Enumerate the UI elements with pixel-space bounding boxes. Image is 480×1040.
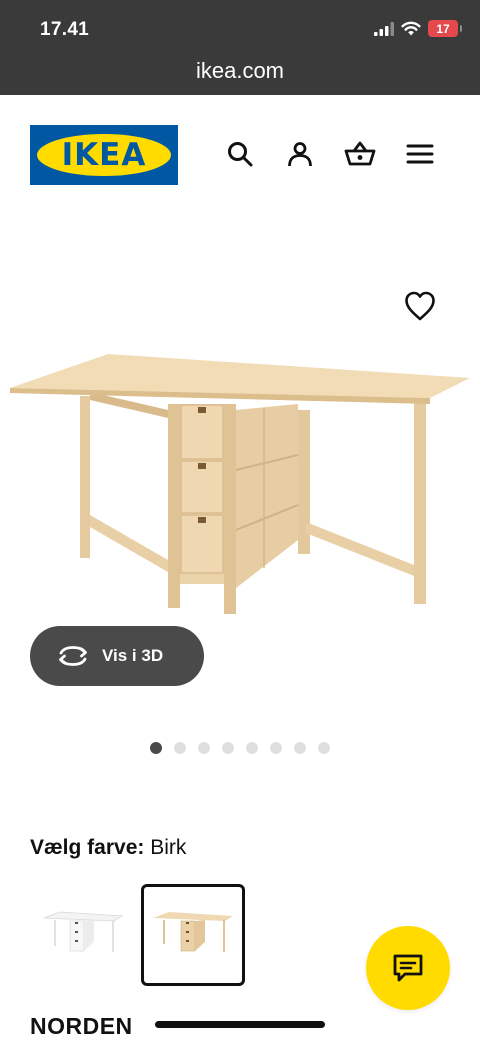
cabinet-side [236, 404, 298, 588]
url-text: ikea.com [195, 58, 285, 83]
basket-icon [344, 141, 376, 166]
drawer [180, 404, 224, 460]
white-table-thumbnail [43, 911, 124, 952]
battery-level: 17 [436, 21, 450, 36]
site-header: IKEA [0, 95, 480, 215]
color-option-white[interactable] [38, 884, 142, 986]
battery-icon: 17 [428, 20, 462, 37]
product-name: NORDEN [30, 1013, 133, 1039]
favorite-button[interactable] [402, 288, 438, 324]
cabinet-leg [224, 404, 236, 614]
carousel-dot[interactable] [198, 742, 210, 754]
home-indicator[interactable] [155, 1021, 325, 1028]
url-bar[interactable]: ikea.com [0, 58, 480, 95]
heart-icon [405, 291, 435, 321]
birch-table-thumbnail [153, 912, 233, 952]
drawer [180, 514, 224, 574]
carousel-dot[interactable] [270, 742, 282, 754]
chat-icon [393, 954, 423, 982]
status-icons: 17 [374, 20, 462, 37]
carousel-dot[interactable] [222, 742, 234, 754]
color-value: Birk [150, 836, 187, 859]
menu-button[interactable] [403, 137, 437, 171]
chat-button[interactable] [366, 926, 450, 1010]
wifi-icon [401, 21, 421, 36]
ikea-logo[interactable]: IKEA [30, 125, 178, 185]
carousel-dot[interactable] [294, 742, 306, 754]
menu-icon [406, 144, 434, 164]
view-3d-label: Vis i 3D [102, 646, 164, 665]
table-rail [90, 515, 168, 572]
status-time: 17.41 [40, 19, 90, 40]
view-3d-button[interactable]: Vis i 3D [30, 626, 204, 686]
rotate-icon [59, 646, 87, 666]
search-button[interactable] [223, 137, 257, 171]
drawer-handle [198, 463, 206, 469]
carousel-dot[interactable] [246, 742, 258, 754]
table-leg [414, 398, 426, 604]
search-icon [228, 142, 253, 167]
carousel-pagination [150, 742, 330, 754]
status-bar: 17.41 17 [0, 0, 480, 58]
table-leg [80, 396, 90, 558]
color-option-birch[interactable] [141, 884, 245, 986]
carousel-dot[interactable] [150, 742, 162, 754]
drawer-handle [198, 517, 206, 523]
carousel-dot[interactable] [174, 742, 186, 754]
color-choice: Vælg farve: Birk [30, 836, 186, 860]
carousel-dot[interactable] [318, 742, 330, 754]
logo-text: IKEA [61, 137, 147, 173]
product-image [10, 354, 470, 614]
user-icon [288, 142, 312, 167]
signal-icon [374, 21, 394, 36]
account-button[interactable] [283, 137, 317, 171]
basket-button[interactable] [343, 137, 377, 171]
cabinet-leg [168, 404, 180, 608]
drawer-handle [198, 407, 206, 413]
table-rail [306, 522, 414, 576]
color-label: Vælg farve: [30, 836, 145, 859]
